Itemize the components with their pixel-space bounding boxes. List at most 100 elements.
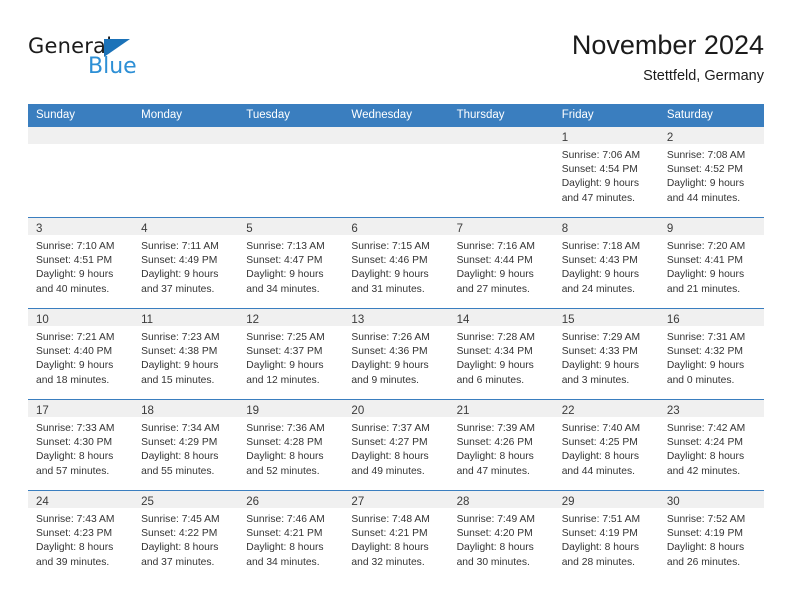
calendar-day-cell[interactable]: 17 Sunrise: 7:33 AM Sunset: 4:30 PM Dayligh… [28,399,134,491]
calendar-day-cell[interactable]: 21 Sunrise: 7:39 AM Sunset: 4:26 PM Dayligh… [448,399,554,491]
calendar-day-cell[interactable]: 2 Sunrise: 7:08 AM Sunset: 4:52 PM Daylight… [658,126,764,218]
weekday-header-monday: Monday [133,104,239,127]
weekday-header-row: Sunday Monday Tuesday Wednesday Thursday Frid… [28,104,764,127]
calendar-day-cell[interactable]: 8 Sunrise: 7:18 AM Sunset: 4:43 PM Daylight… [553,217,659,309]
day-number: 6 [351,223,358,235]
day-detail-line: and 0 minutes. [666,374,735,386]
day-detail-line: and 34 minutes. [246,556,320,568]
calendar-day-cell[interactable]: 16 Sunrise: 7:31 AM Sunset: 4:32 PM Dayligh… [658,308,764,400]
day-detail-line: Sunset: 4:34 PM [456,346,533,358]
day-details: Sunrise: 7:18 AM Sunset: 4:43 PM Daylight:… [554,235,659,297]
weekday-header-thursday: Thursday [448,104,554,127]
day-detail-line: Sunrise: 7:33 AM [36,423,115,434]
day-number-band: 28 [448,491,554,508]
calendar-day-cell[interactable]: 10 Sunrise: 7:21 AM Sunset: 4:40 PM Dayligh… [28,308,134,400]
weekday-header-saturday: Saturday [658,104,764,127]
day-number-band: 21 [448,400,554,417]
generalblue-logo[interactable]: General Blue [28,34,228,88]
day-details [449,144,554,149]
calendar-day-cell-empty [343,126,449,218]
day-detail-line: and 26 minutes. [666,556,741,568]
day-detail-line: Sunset: 4:26 PM [456,437,533,449]
calendar-day-cell[interactable]: 30 Sunrise: 7:52 AM Sunset: 4:19 PM Dayligh… [658,490,764,581]
day-number: 26 [246,496,260,508]
day-detail-line: Daylight: 9 hours [141,360,219,372]
day-detail-line: and 37 minutes. [141,283,215,295]
calendar-day-cell[interactable]: 26 Sunrise: 7:46 AM Sunset: 4:21 PM Dayligh… [238,490,344,581]
day-detail-line: Daylight: 9 hours [561,269,639,281]
day-number: 11 [141,314,154,326]
day-detail-line: Sunrise: 7:52 AM [666,514,746,525]
day-details: Sunrise: 7:15 AM Sunset: 4:46 PM Daylight:… [343,235,448,297]
day-number-band: 16 [658,309,764,326]
calendar-day-cell[interactable]: 7 Sunrise: 7:16 AM Sunset: 4:44 PM Daylight… [448,217,554,309]
day-detail-line: Sunrise: 7:25 AM [246,332,325,343]
day-detail-line: Sunrise: 7:40 AM [561,423,641,434]
day-number: 24 [36,496,49,508]
calendar-day-cell[interactable]: 6 Sunrise: 7:15 AM Sunset: 4:46 PM Daylight… [343,217,449,309]
calendar-day-cell[interactable]: 22 Sunrise: 7:40 AM Sunset: 4:25 PM Dayligh… [553,399,659,491]
day-detail-line: Daylight: 8 hours [351,451,429,463]
day-detail-line: Daylight: 9 hours [246,269,324,281]
calendar-day-cell-empty [28,126,134,218]
day-detail-line: and 49 minutes. [351,465,425,477]
day-number: 19 [246,405,260,417]
calendar-day-cell[interactable]: 28 Sunrise: 7:49 AM Sunset: 4:20 PM Dayligh… [448,490,554,581]
calendar-day-cell[interactable]: 25 Sunrise: 7:45 AM Sunset: 4:22 PM Dayligh… [133,490,239,581]
day-detail-line: and 55 minutes. [141,465,215,477]
day-details: Sunrise: 7:26 AM Sunset: 4:36 PM Daylight:… [343,326,448,388]
calendar-day-cell[interactable]: 12 Sunrise: 7:25 AM Sunset: 4:37 PM Dayligh… [238,308,344,400]
calendar-day-cell[interactable]: 15 Sunrise: 7:29 AM Sunset: 4:33 PM Dayligh… [553,308,659,400]
day-number-band: 10 [28,309,134,326]
calendar-day-cell[interactable]: 23 Sunrise: 7:42 AM Sunset: 4:24 PM Dayligh… [658,399,764,491]
day-details: Sunrise: 7:40 AM Sunset: 4:25 PM Daylight:… [554,417,659,479]
day-detail-line: and 18 minutes. [36,374,110,386]
day-number: 14 [456,314,470,326]
day-number: 5 [246,223,253,235]
calendar-day-cell[interactable]: 19 Sunrise: 7:36 AM Sunset: 4:28 PM Dayligh… [238,399,344,491]
calendar-day-cell[interactable]: 9 Sunrise: 7:20 AM Sunset: 4:41 PM Daylight… [658,217,764,309]
day-detail-line: Daylight: 9 hours [456,360,534,372]
calendar-week-row: 17 Sunrise: 7:33 AM Sunset: 4:30 PM Dayligh… [28,399,764,491]
day-detail-line: Sunset: 4:21 PM [246,528,323,540]
day-details: Sunrise: 7:20 AM Sunset: 4:41 PM Daylight:… [659,235,764,297]
day-details: Sunrise: 7:49 AM Sunset: 4:20 PM Daylight:… [449,508,554,570]
day-detail-line: and 27 minutes. [456,283,530,295]
day-details: Sunrise: 7:43 AM Sunset: 4:23 PM Daylight:… [28,508,133,570]
calendar-day-cell[interactable]: 20 Sunrise: 7:37 AM Sunset: 4:27 PM Dayligh… [343,399,449,491]
day-number-band: 8 [553,218,659,235]
day-detail-line: Daylight: 9 hours [36,360,114,372]
calendar-day-cell[interactable]: 24 Sunrise: 7:43 AM Sunset: 4:23 PM Dayligh… [28,490,134,581]
day-number-band: 9 [658,218,764,235]
calendar-header-row: Sunday Monday Tuesday Wednesday Thursday Frid… [28,104,764,127]
calendar-day-cell[interactable]: 29 Sunrise: 7:51 AM Sunset: 4:19 PM Dayligh… [553,490,659,581]
day-detail-line: and 44 minutes. [561,465,635,477]
calendar-day-cell[interactable]: 4 Sunrise: 7:11 AM Sunset: 4:49 PM Daylight… [133,217,239,309]
calendar-day-cell[interactable]: 27 Sunrise: 7:48 AM Sunset: 4:21 PM Dayligh… [343,490,449,581]
day-detail-line: Daylight: 9 hours [561,178,639,190]
day-number-band: 24 [28,491,134,508]
calendar-day-cell[interactable]: 14 Sunrise: 7:28 AM Sunset: 4:34 PM Dayligh… [448,308,554,400]
day-detail-line: Daylight: 8 hours [141,451,219,463]
calendar-day-cell[interactable]: 13 Sunrise: 7:26 AM Sunset: 4:36 PM Dayligh… [343,308,449,400]
calendar-day-cell[interactable]: 5 Sunrise: 7:13 AM Sunset: 4:47 PM Daylight… [238,217,344,309]
calendar-day-cell[interactable]: 1 Sunrise: 7:06 AM Sunset: 4:54 PM Daylight… [553,126,659,218]
calendar-day-cell[interactable]: 11 Sunrise: 7:23 AM Sunset: 4:38 PM Dayligh… [133,308,239,400]
day-detail-line: and 47 minutes. [561,192,635,204]
day-detail-line: Sunset: 4:41 PM [666,255,743,267]
day-detail-line: Sunrise: 7:16 AM [456,241,535,252]
calendar-day-cell[interactable]: 3 Sunrise: 7:10 AM Sunset: 4:51 PM Daylight… [28,217,134,309]
day-detail-line: and 9 minutes. [351,374,419,386]
day-number-band [343,127,449,144]
day-number-band [238,127,344,144]
day-detail-line: Sunset: 4:51 PM [36,255,113,267]
day-number-band: 27 [343,491,449,508]
day-detail-line: Daylight: 8 hours [666,542,745,554]
day-detail-line: Sunrise: 7:10 AM [36,241,115,252]
calendar-day-cell-empty [448,126,554,218]
calendar-day-cell[interactable]: 18 Sunrise: 7:34 AM Sunset: 4:29 PM Dayligh… [133,399,239,491]
day-detail-line: Sunrise: 7:21 AM [36,332,115,343]
day-detail-line: Sunrise: 7:43 AM [36,514,115,525]
day-number: 30 [666,496,680,508]
day-number-band: 12 [238,309,344,326]
